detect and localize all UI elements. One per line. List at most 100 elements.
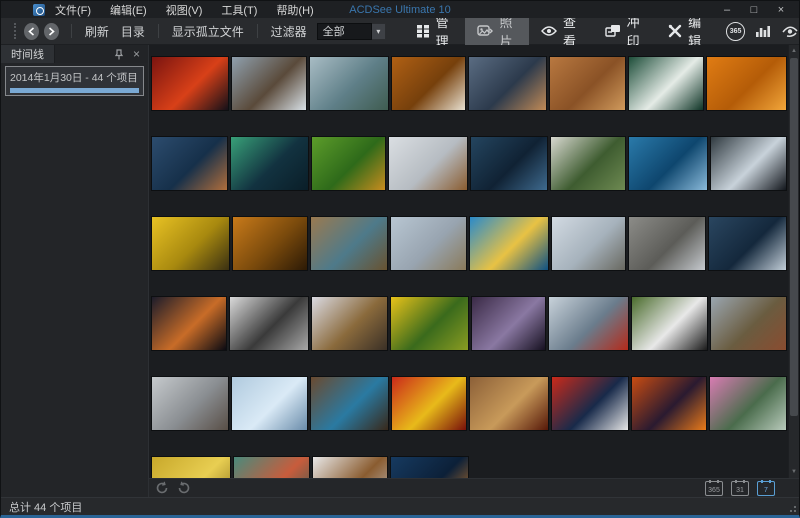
eye-icon — [541, 25, 557, 37]
thumbnail[interactable] — [309, 56, 389, 111]
thumbnail[interactable] — [312, 456, 388, 478]
thumbnail[interactable] — [151, 216, 230, 271]
filter-label: 过滤器 — [265, 23, 313, 40]
photos-icon — [477, 24, 493, 38]
thumbnail[interactable] — [468, 56, 547, 111]
thumbnail[interactable] — [391, 376, 467, 431]
thumbnail[interactable] — [550, 136, 626, 191]
rotate-right-icon[interactable] — [177, 481, 191, 495]
tab-view[interactable]: 查看 — [529, 18, 593, 45]
thumbnail[interactable] — [231, 56, 307, 111]
thumbnail[interactable] — [310, 376, 389, 431]
thumbnail[interactable] — [151, 376, 229, 431]
thumbnail-row — [151, 456, 788, 478]
quick-view-icon[interactable] — [781, 24, 799, 38]
thumbnail[interactable] — [151, 136, 228, 191]
scroll-up-icon[interactable]: ▲ — [791, 45, 797, 57]
thumbnail[interactable] — [469, 216, 549, 271]
thumbnail[interactable] — [151, 456, 231, 478]
thumbnail[interactable] — [391, 56, 466, 111]
menu-tools[interactable]: 工具(T) — [221, 2, 257, 18]
thumbnail[interactable] — [706, 56, 787, 111]
sidebar-header: 时间线 × — [1, 45, 148, 63]
thumbnail[interactable] — [551, 376, 629, 431]
thumbnail-row — [151, 216, 788, 271]
timeline-tab[interactable]: 时间线 — [1, 45, 55, 63]
thumbnail[interactable] — [390, 216, 467, 271]
thumbnail[interactable] — [631, 296, 708, 351]
thumbnail[interactable] — [232, 216, 308, 271]
rotate-left-icon[interactable] — [155, 481, 169, 495]
menu-help[interactable]: 帮助(H) — [276, 2, 313, 18]
thumbnail-row — [151, 56, 788, 111]
thumbnail[interactable] — [710, 296, 787, 351]
vertical-scrollbar[interactable]: ▲ ▼ — [788, 45, 799, 478]
toolbar-drag-handle[interactable] — [14, 23, 17, 39]
panel-close-icon[interactable]: × — [133, 47, 140, 61]
timeline-group-item[interactable]: 2014年1月30日 - 44 个项目 — [5, 66, 144, 96]
filter-dropdown-arrow-icon[interactable]: ▾ — [372, 23, 385, 40]
dashboard-bars-icon[interactable] — [755, 24, 771, 38]
content-area: 时间线 × 2014年1月30日 - 44 个项目 — [1, 45, 799, 497]
thumbnail[interactable] — [390, 296, 469, 351]
filter-select[interactable]: 全部 — [317, 23, 373, 40]
show-orphans-button[interactable]: 显示孤立文件 — [166, 23, 250, 40]
calendar-year-icon[interactable]: 365 — [705, 481, 723, 496]
manage-grid-icon — [416, 24, 430, 38]
tab-develop[interactable]: 冲印 — [593, 18, 657, 45]
scrollbar-thumb[interactable] — [790, 58, 798, 416]
thumbnail[interactable] — [708, 216, 787, 271]
refresh-button[interactable]: 刷新 — [79, 23, 115, 40]
menu-file[interactable]: 文件(F) — [55, 2, 91, 18]
calendar-week-icon[interactable]: 7 — [757, 481, 775, 496]
thumbnail[interactable] — [233, 456, 310, 478]
thumbnail[interactable] — [469, 376, 549, 431]
back-button[interactable] — [24, 23, 39, 40]
timeline-group-label: 2014年1月30日 - 44 个项目 — [10, 70, 139, 85]
title-bar: 文件(F) 编辑(E) 视图(V) 工具(T) 帮助(H) ACDSee Ult… — [1, 1, 799, 18]
maximize-button[interactable]: □ — [748, 4, 760, 16]
resize-grip-icon[interactable] — [787, 503, 796, 512]
forward-button[interactable] — [44, 23, 59, 40]
tab-manage[interactable]: 管理 — [404, 18, 466, 45]
acdsee-365-icon[interactable]: 365 — [726, 22, 745, 41]
mode-tabs: 管理 照片 查看 — [404, 18, 718, 45]
thumbnail[interactable] — [471, 296, 546, 351]
tab-edit[interactable]: 编辑 — [656, 18, 718, 45]
thumbnail[interactable] — [628, 216, 706, 271]
thumbnail[interactable] — [388, 136, 468, 191]
thumbnail[interactable] — [628, 136, 708, 191]
thumbnail[interactable] — [151, 56, 229, 111]
thumbnail[interactable] — [311, 296, 388, 351]
thumbnail[interactable] — [229, 296, 309, 351]
thumbnail[interactable] — [231, 376, 308, 431]
main-toolbar: 刷新 目录 显示孤立文件 过滤器 全部 ▾ 管理 — [1, 18, 799, 45]
menu-view[interactable]: 视图(V) — [166, 2, 203, 18]
calendar-month-icon[interactable]: 31 — [731, 481, 749, 496]
toolbar-separator — [158, 24, 159, 38]
thumbnail[interactable] — [151, 296, 227, 351]
app-logo-icon — [33, 4, 45, 16]
close-button[interactable]: × — [775, 4, 787, 16]
tab-photos[interactable]: 照片 — [465, 18, 529, 45]
toolbar-separator — [71, 24, 72, 38]
menu-edit[interactable]: 编辑(E) — [110, 2, 147, 18]
thumbnail[interactable] — [549, 56, 626, 111]
minimize-button[interactable]: – — [721, 4, 733, 16]
catalog-button[interactable]: 目录 — [115, 23, 151, 40]
thumbnail[interactable] — [628, 56, 704, 111]
thumbnail[interactable] — [470, 136, 548, 191]
thumbnail[interactable] — [709, 376, 787, 431]
thumbnail[interactable] — [311, 136, 386, 191]
toolbar-separator — [257, 24, 258, 38]
thumbnail[interactable] — [631, 376, 707, 431]
pin-icon[interactable] — [114, 49, 124, 60]
thumbnail[interactable] — [548, 296, 629, 351]
thumbnail[interactable] — [551, 216, 626, 271]
thumbnail[interactable] — [390, 456, 469, 478]
thumbnail[interactable] — [710, 136, 787, 191]
scroll-down-icon[interactable]: ▼ — [791, 466, 797, 478]
thumbnail[interactable] — [230, 136, 309, 191]
edit-tools-icon — [668, 24, 682, 38]
thumbnail[interactable] — [310, 216, 388, 271]
